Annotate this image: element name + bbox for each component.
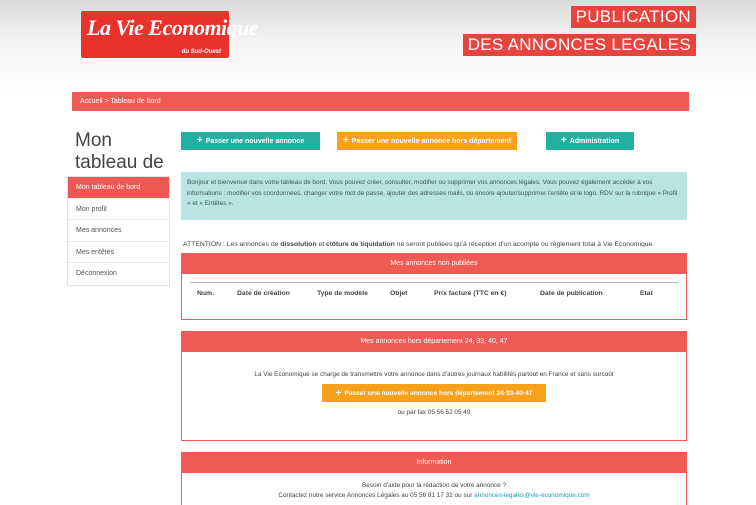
sidebar-item-headers[interactable]: Mes entêtes xyxy=(68,242,169,263)
help-question: Besoin d'aide pour la rédaction de votre… xyxy=(361,482,507,489)
new-ad-button[interactable]: + Passer une nouvelle annonce xyxy=(181,132,320,150)
column-header-num[interactable]: Num. xyxy=(197,290,214,297)
sidebar-item-logout[interactable]: Déconnexion xyxy=(68,263,169,285)
unpublished-ads-title: Mes annonces non publiées xyxy=(182,254,686,274)
column-header-publication-date[interactable]: Date de publication xyxy=(540,290,603,297)
plus-icon: + xyxy=(196,135,203,146)
new-ad-out-of-dept-panel-button[interactable]: + Passer une nouvelle annonce hors dépar… xyxy=(322,384,546,402)
plus-icon: + xyxy=(335,387,342,399)
out-of-dept-description: La Vie Economique se charge de transmett… xyxy=(254,371,614,378)
site-logo[interactable]: La Vie Economique du Sud-Ouest xyxy=(81,11,259,58)
publication-banner-line1: PUBLICATION xyxy=(570,6,696,28)
column-header-object[interactable]: Objet xyxy=(390,290,407,297)
logo-subtitle: du Sud-Ouest xyxy=(181,49,221,55)
attention-prefix: ATTENTION : Les annonces de xyxy=(183,241,281,248)
fax-number: ou par fax 05 56 52 05 49 xyxy=(397,409,471,416)
attention-liquidation: clôture de liquidation xyxy=(326,241,395,248)
new-ad-out-of-dept-label: Passer une nouvelle annonce hors départe… xyxy=(351,137,512,145)
column-header-creation-date[interactable]: Date de création xyxy=(237,290,290,297)
information-title: Information xyxy=(182,453,686,473)
publication-banner-line2: DES ANNONCES LEGALES xyxy=(462,34,696,56)
out-of-dept-title: Mes annonces hors département 24, 33, 40… xyxy=(182,332,686,352)
plus-icon: + xyxy=(560,135,567,146)
sidebar-item-profile[interactable]: Mon profil xyxy=(68,199,169,220)
plus-icon: + xyxy=(342,135,349,146)
sidebar-item-dashboard[interactable]: Mon tableau de bord xyxy=(68,177,169,199)
sidebar-item-ads[interactable]: Mes annonces xyxy=(68,220,169,242)
contact-line: Contactez notre service Annonces Légales… xyxy=(182,492,686,499)
attention-mid: et xyxy=(316,241,327,248)
out-of-dept-panel: Mes annonces hors département 24, 33, 40… xyxy=(181,331,687,441)
information-panel: Information Besoin d'aide pour la rédact… xyxy=(181,452,687,505)
unpublished-ads-panel: Mes annonces non publiées Num. Date de c… xyxy=(181,253,687,320)
welcome-message: Bonjour et bienvenue dans votre tableau … xyxy=(181,172,687,220)
administration-button[interactable]: + Administration xyxy=(546,132,634,150)
attention-suffix: ne seront publiées qu'à réception d'un a… xyxy=(394,241,655,248)
logo-title: La Vie Economique xyxy=(87,15,259,40)
attention-dissolution: dissolution xyxy=(280,241,317,248)
contact-email-link[interactable]: annonces-legales@vie-economique.com xyxy=(474,492,590,499)
breadcrumb[interactable]: Accueil > Tableau de bord xyxy=(72,92,689,111)
new-ad-button-label: Passer une nouvelle annonce xyxy=(205,137,305,145)
sidebar-nav: Mon tableau de bord Mon profil Mes annon… xyxy=(67,176,170,286)
column-header-status[interactable]: Etat xyxy=(640,290,653,297)
administration-label: Administration xyxy=(569,137,620,145)
new-ad-out-of-dept-panel-label: Passer une nouvelle annonce hors départe… xyxy=(344,389,533,397)
column-header-price[interactable]: Prix facturé (TTC en €) xyxy=(434,290,507,297)
column-header-model-type[interactable]: Type de modèle xyxy=(317,290,368,297)
table-divider xyxy=(190,282,678,283)
attention-notice: ATTENTION : Les annonces de dissolution … xyxy=(183,241,693,248)
new-ad-out-of-dept-button[interactable]: + Passer une nouvelle annonce hors dépar… xyxy=(337,132,517,150)
contact-text: Contactez notre service Annonces Légales… xyxy=(278,492,475,499)
